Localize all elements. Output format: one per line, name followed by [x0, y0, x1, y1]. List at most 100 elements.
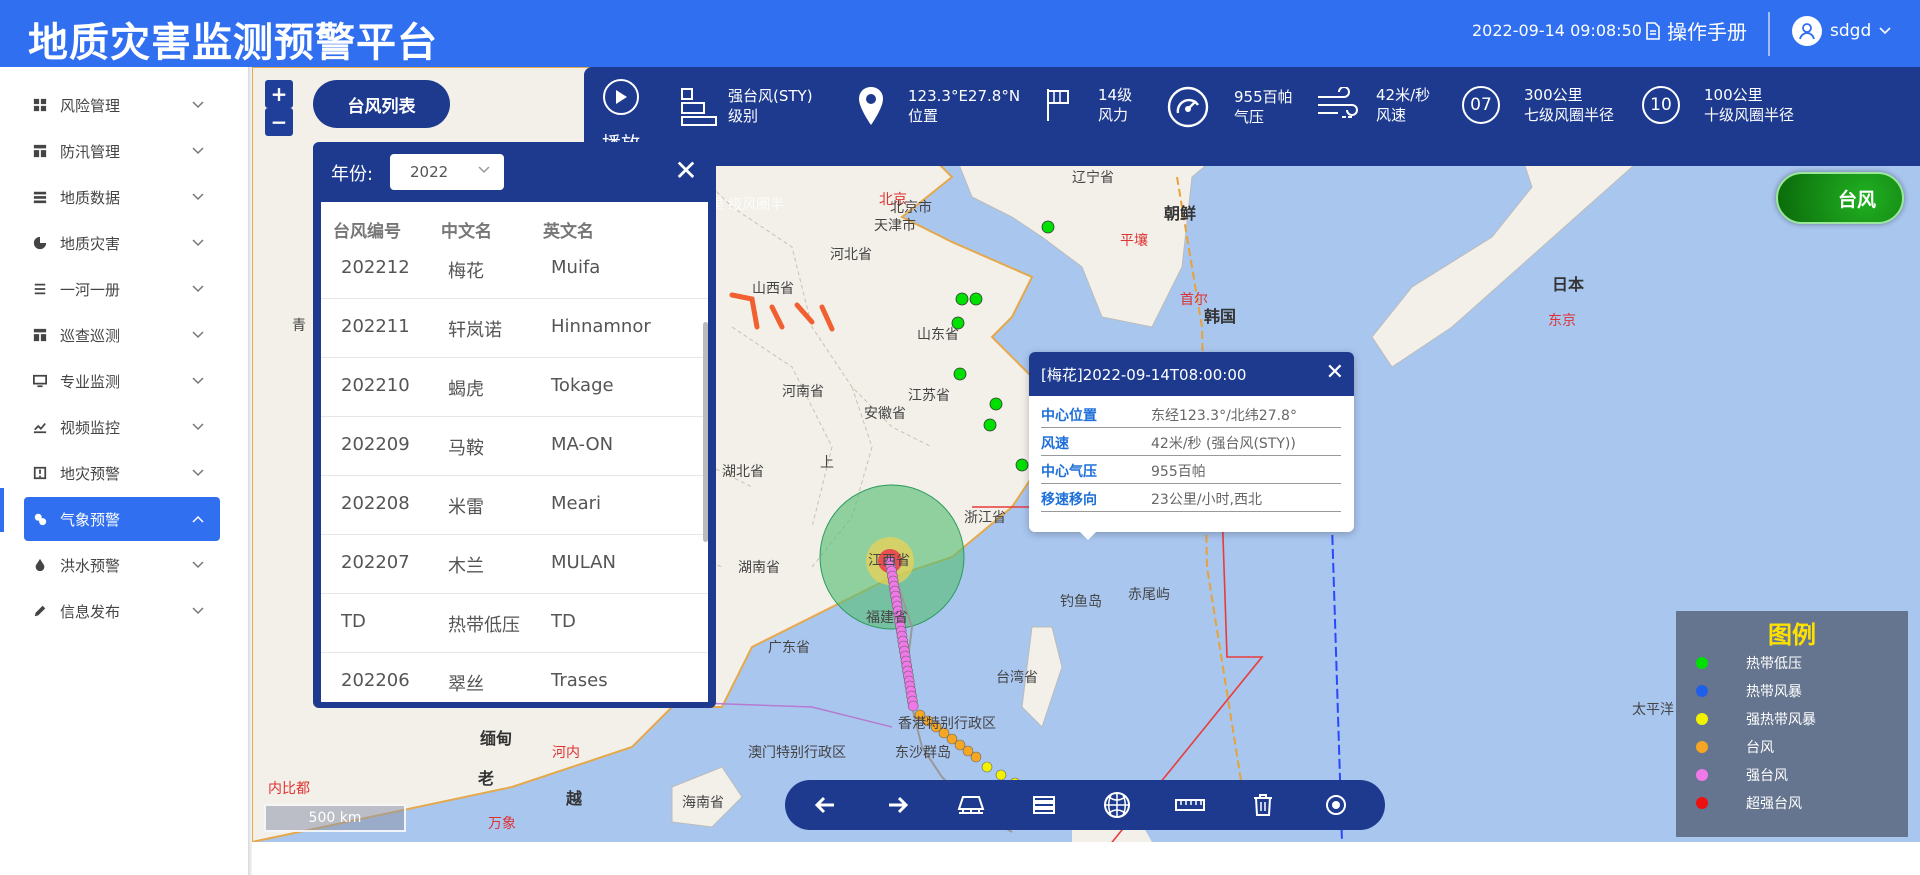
cell-chinese-name: 梅花: [448, 261, 484, 282]
sidebar-item-3[interactable]: 地质数据: [24, 175, 220, 219]
chevron-down-icon: [192, 99, 206, 112]
map-label: 越: [566, 789, 583, 808]
pressure-value: 955百帕: [1234, 88, 1293, 106]
map-scale: 500 km: [264, 804, 406, 832]
table-row[interactable]: 202211 轩岚诺 Hinnamnor: [321, 299, 708, 358]
table-row[interactable]: 202210 蝎虎 Tokage: [321, 358, 708, 417]
radius7-label: 七级风圈半径: [1524, 106, 1615, 124]
chevron-down-icon: [192, 605, 206, 618]
map-label: 香港特别行政区: [898, 716, 996, 732]
chevron-down-icon: [192, 375, 206, 388]
measure-area-icon[interactable]: [956, 790, 986, 820]
map-label: 台湾省: [996, 670, 1038, 686]
radius10-field: 10 100公里 十级风圈半径: [1642, 85, 1794, 125]
play-icon: [603, 79, 639, 115]
table-row[interactable]: 202209 马鞍 MA-ON: [321, 417, 708, 476]
sidebar-item-5[interactable]: 一河一册: [24, 267, 220, 311]
sidebar-item-4[interactable]: 地质灾害: [24, 221, 220, 265]
map-label: 赤尾屿: [1128, 587, 1170, 603]
manual-link[interactable]: 操作手册: [1645, 16, 1747, 45]
cell-english-name: TD: [551, 611, 576, 632]
typhoon-info-bar: 播放 强台风(STY)级别 123.3°E27.8°N位置 14级风力 955百…: [584, 67, 1920, 166]
arrow-right-icon[interactable]: [883, 790, 913, 820]
force-value: 14级: [1098, 86, 1133, 104]
map-label: 江苏省: [908, 388, 950, 404]
sidebar-item-1[interactable]: 风险管理: [24, 83, 220, 127]
table-row[interactable]: TD 热带低压 TD: [321, 594, 708, 653]
map-label: 安徽省: [864, 406, 906, 422]
table-row[interactable]: 202208 米雷 Meari: [321, 476, 708, 535]
zoom-in-button[interactable]: +: [265, 80, 293, 108]
cell-typhoon-id: 202210: [341, 375, 410, 396]
cell-chinese-name: 马鞍: [448, 438, 484, 459]
pressure-label: 气压: [1234, 108, 1265, 126]
layout-icon: [32, 327, 48, 343]
gauge-icon: [1167, 86, 1209, 128]
chevron-down-icon: [192, 283, 206, 296]
cell-chinese-name: 木兰: [448, 556, 484, 577]
cell-typhoon-id: 202211: [341, 316, 410, 337]
sidebar-item-12[interactable]: 信息发布: [24, 589, 220, 633]
map-label: 海南省: [682, 795, 724, 811]
layers-icon[interactable]: [1029, 790, 1059, 820]
target-icon[interactable]: [1321, 790, 1351, 820]
table-row[interactable]: 202207 木兰 MULAN: [321, 535, 708, 594]
sidebar-item-7[interactable]: 专业监测: [24, 359, 220, 403]
year-value: 2022: [410, 163, 449, 181]
radius10-icon: 10: [1642, 86, 1680, 124]
chart-icon: [32, 419, 48, 435]
year-select[interactable]: 2022: [390, 154, 504, 190]
close-icon[interactable]: ✕: [671, 154, 701, 187]
chevron-down-icon: [192, 237, 206, 250]
sidebar-item-label: 地质灾害: [60, 234, 121, 253]
sidebar-item-9[interactable]: 地灾预警: [24, 451, 220, 495]
sidebar-item-8[interactable]: 视频监控: [24, 405, 220, 449]
layers-icon: [32, 189, 48, 205]
user-menu[interactable]: sdgd: [1792, 16, 1891, 46]
map-toolbar: [785, 780, 1385, 830]
typhoon-table: 台风编号 中文名 英文名 202212 梅花 Muifa 202211 轩岚诺 Hinna…: [321, 202, 708, 702]
chevron-down-icon: [192, 191, 206, 204]
popup-field-key: 移速移向: [1041, 492, 1097, 508]
table-row[interactable]: 202212 梅花 Muifa: [321, 240, 708, 299]
map-label: 老: [478, 769, 495, 788]
sidebar-item-2[interactable]: 防汛管理: [24, 129, 220, 173]
map-label: 内比都: [268, 781, 310, 797]
chevron-down-icon: [192, 145, 206, 158]
arrow-left-icon[interactable]: [810, 790, 840, 820]
legend-item: 热带低压: [1696, 653, 1802, 673]
cell-chinese-name: 蝎虎: [448, 379, 484, 400]
typhoon-toggle-button[interactable]: 台风: [1776, 172, 1904, 224]
chevron-down-icon: [1879, 27, 1891, 35]
typhoon-list-scrollbar[interactable]: [703, 322, 708, 542]
legend-label: 热带风暴: [1746, 684, 1802, 700]
legend-dot-icon: [1696, 685, 1708, 697]
weather-icon: [32, 511, 48, 527]
legend-dot-icon: [1696, 713, 1708, 725]
sidebar-item-label: 信息发布: [60, 602, 121, 621]
legend-dot-icon: [1696, 769, 1708, 781]
trash-icon[interactable]: [1248, 790, 1278, 820]
map-label: 钓鱼岛: [1060, 594, 1102, 610]
position-value: 123.3°E27.8°N: [908, 87, 1021, 105]
close-icon[interactable]: ✕: [1326, 360, 1344, 385]
level-value: 强台风(STY): [728, 87, 813, 105]
track-point: [907, 700, 919, 712]
chevron-down-icon: [192, 559, 206, 572]
legend-dot-icon: [1696, 797, 1708, 809]
location-pin-icon: [859, 87, 883, 125]
zoom-out-button[interactable]: −: [265, 108, 293, 136]
table-row[interactable]: 202206 翠丝 Trases: [321, 653, 708, 702]
sidebar-item-11[interactable]: 洪水预警: [24, 543, 220, 587]
cell-english-name: MA-ON: [551, 434, 614, 455]
radius7-field: 07 300公里 七级风圈半径: [1462, 85, 1614, 125]
grid-globe-icon[interactable]: [1102, 790, 1132, 820]
typhoon-list-button[interactable]: 台风列表: [313, 80, 450, 128]
track-point: [1015, 458, 1029, 472]
level-icon: [681, 88, 717, 126]
sidebar-item-10[interactable]: 气象预警: [24, 497, 220, 541]
ruler-icon[interactable]: [1175, 790, 1205, 820]
cell-typhoon-id: 202207: [341, 552, 410, 573]
sidebar-item-6[interactable]: 巡查巡测: [24, 313, 220, 357]
map-label: 朝鲜: [1164, 204, 1197, 223]
